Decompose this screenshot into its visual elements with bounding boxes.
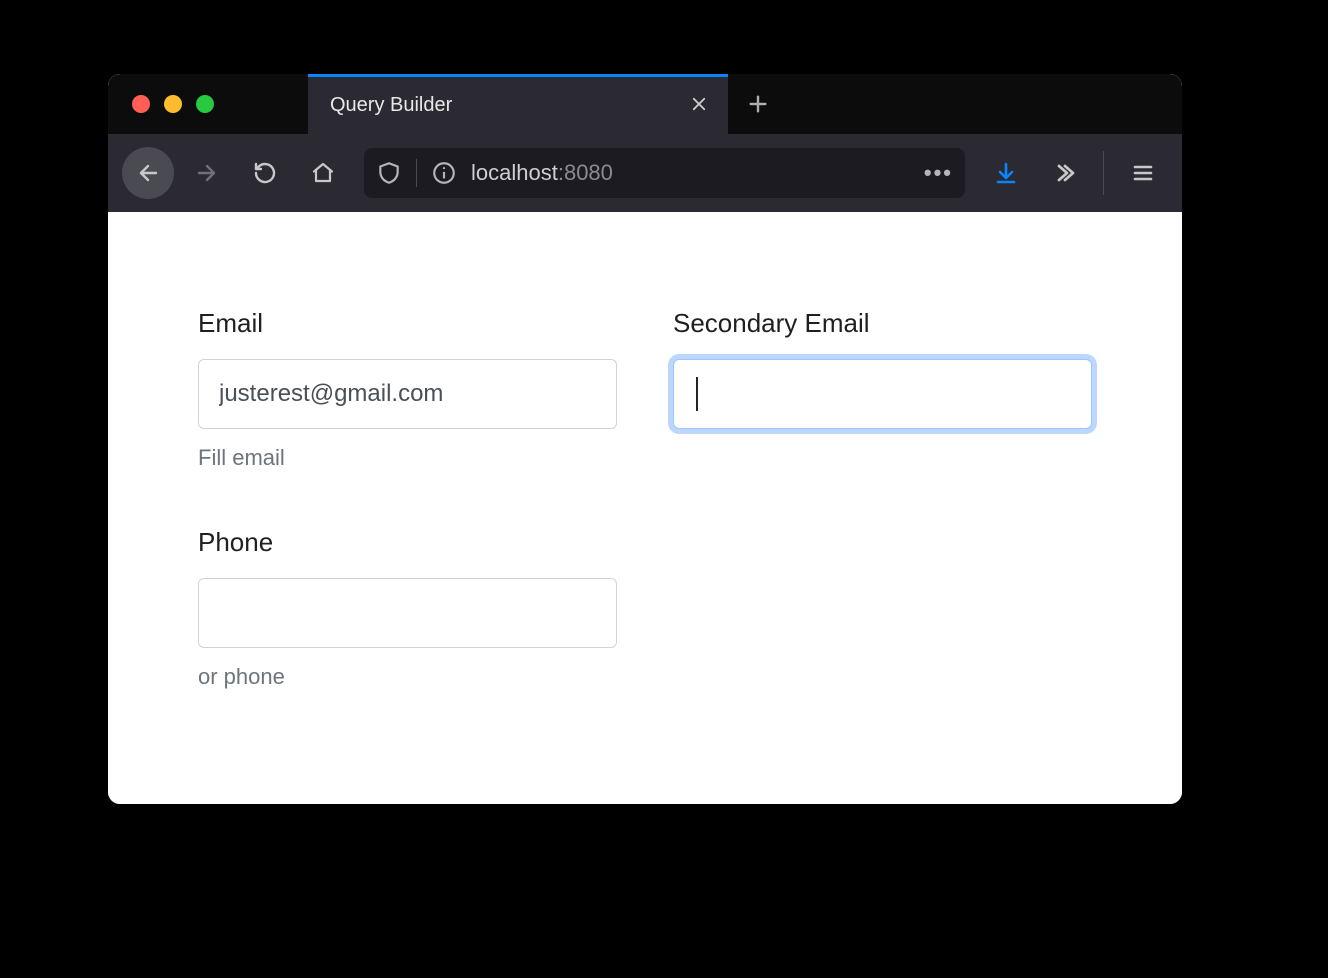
page-content: Email Fill email Secondary Email Phone o… [108, 212, 1182, 804]
text-cursor [696, 377, 698, 411]
nav-forward-button[interactable] [182, 148, 232, 198]
close-tab-button[interactable] [686, 90, 712, 122]
email-field-group: Email Fill email [198, 308, 617, 471]
browser-window: Query Builder [108, 74, 1182, 804]
email-hint: Fill email [198, 445, 617, 471]
phone-field-group: Phone or phone [198, 527, 617, 690]
secondary-email-label: Secondary Email [673, 308, 1092, 339]
shield-icon [376, 160, 402, 186]
traffic-lights [108, 74, 308, 134]
phone-hint: or phone [198, 664, 617, 690]
phone-input[interactable] [198, 578, 617, 648]
browser-tab-active[interactable]: Query Builder [308, 74, 728, 134]
email-input[interactable] [198, 359, 617, 429]
url-port: :8080 [558, 160, 613, 185]
secondary-email-field-group: Secondary Email [673, 308, 1092, 471]
app-menu-button[interactable] [1118, 148, 1168, 198]
window-close-button[interactable] [132, 95, 150, 113]
overflow-button[interactable] [1039, 148, 1089, 198]
toolbar-divider [1103, 151, 1104, 195]
nav-back-button[interactable] [122, 147, 174, 199]
window-minimize-button[interactable] [164, 95, 182, 113]
new-tab-button[interactable] [728, 74, 788, 134]
tab-title: Query Builder [330, 94, 452, 117]
email-label: Email [198, 308, 617, 339]
downloads-button[interactable] [981, 148, 1031, 198]
address-bar[interactable]: localhost:8080 ••• [364, 148, 965, 198]
url-host: localhost [471, 160, 558, 185]
browser-toolbar: localhost:8080 ••• [108, 134, 1182, 212]
page-actions-icon[interactable]: ••• [924, 160, 953, 186]
urlbar-separator [416, 159, 417, 187]
tab-strip: Query Builder [108, 74, 1182, 134]
phone-label: Phone [198, 527, 617, 558]
home-button[interactable] [298, 148, 348, 198]
empty-cell [673, 527, 1092, 690]
window-zoom-button[interactable] [196, 95, 214, 113]
reload-button[interactable] [240, 148, 290, 198]
info-icon[interactable] [431, 160, 457, 186]
secondary-email-input[interactable] [673, 359, 1092, 429]
url-text: localhost:8080 [471, 160, 910, 186]
